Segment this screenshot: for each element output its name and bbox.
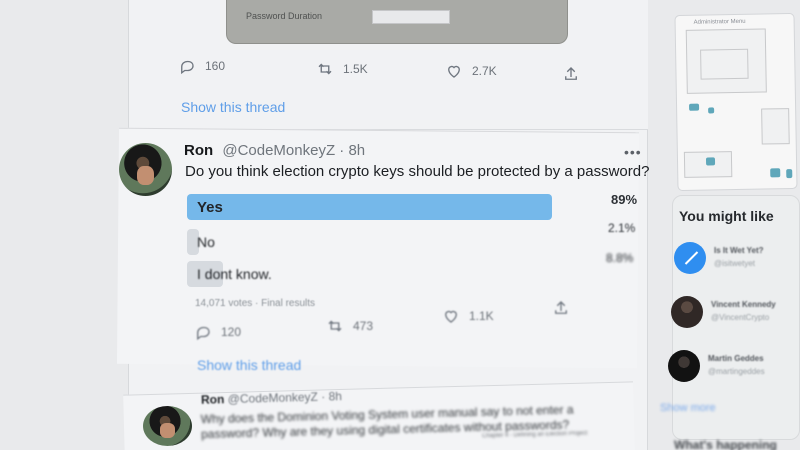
next-author-handle[interactable]: @CodeMonkeyZ [228,390,319,406]
poll-share-action[interactable] [552,299,570,317]
mini-diagram-box [761,108,790,145]
you-might-like-heading: You might like [679,208,774,224]
retweet-icon [328,320,342,332]
poll-percent-no: 2.1% [608,221,636,235]
tweet-time[interactable]: · 8h [339,142,365,159]
suggested-account-name: Martin Geddes [708,354,764,363]
next-author-avatar[interactable] [143,406,192,446]
suggested-account-avatar[interactable] [668,350,700,382]
poll-option-dont-know: I dont know. [187,261,597,287]
poll-reply-action[interactable]: 120 [194,323,241,341]
sidebar-media-tile[interactable]: Administrator Menu [674,12,798,192]
author-handle[interactable]: @CodeMonkeyZ [222,142,335,159]
reply-icon [181,60,194,75]
reply-count: 160 [205,59,226,73]
suggested-account-avatar[interactable] [671,296,703,328]
mini-diagram-icon [689,103,700,111]
poll-option-yes: Yes [187,194,597,220]
poll-meta: 14,071 votes · Final results [195,298,316,309]
media-tile-title: Administrator Menu [693,18,746,26]
suggested-account-handle: @VincentCrypto [711,313,770,322]
heart-icon [445,310,457,323]
mini-diagram-icon [786,169,793,179]
twitter-page: Password Duration 160 1.5K 2.7K Show thi… [0,0,800,450]
poll-question: Do you think election crypto keys should… [185,163,650,180]
suggested-account[interactable]: Vincent Kennedy @VincentCrypto [671,296,791,344]
retweet-action[interactable]: 1.5K [316,60,368,78]
poll-like-action[interactable]: 1.1K [442,307,494,325]
embedded-field-label: Password Duration [246,11,323,21]
poll-retweet-action[interactable]: 473 [326,317,373,335]
whats-happening-heading: What's happening [674,438,777,450]
suggested-account-name: Vincent Kennedy [711,300,776,309]
embedded-input-field [372,10,450,24]
share-icon [555,301,567,314]
like-count: 2.7K [472,64,497,78]
poll-show-thread-link[interactable]: Show this thread [197,357,301,373]
poll-like-count: 1.1K [469,309,494,323]
reply-icon [197,326,210,341]
poll-label-no: No [197,234,215,250]
poll-reply-count: 120 [221,325,242,339]
author-avatar[interactable] [119,143,172,196]
more-options-icon[interactable]: ••• [624,144,642,160]
mini-diagram-icon [708,107,715,114]
poll-percent-yes: 89% [611,192,638,207]
mini-diagram-icon [770,168,781,178]
mini-dialog [700,48,749,80]
next-tweet-time[interactable]: · 8h [321,389,342,404]
show-more-link[interactable]: Show more [660,402,716,414]
author-name[interactable]: Ron [184,142,213,159]
suggested-account-handle: @isitwetyet [714,259,756,268]
poll-retweet-count: 473 [353,319,374,333]
mini-diagram-icon [705,157,716,166]
poll-label-yes: Yes [197,198,223,216]
tweet-header: Ron @CodeMonkeyZ · 8h [184,142,365,159]
retweet-count: 1.5K [343,62,368,76]
next-author-name[interactable]: Ron [201,392,225,407]
heart-icon [448,65,460,78]
suggested-account[interactable]: Martin Geddes @martingeddes [668,350,788,398]
poll-label-dont-know: I dont know. [197,266,272,282]
like-action[interactable]: 2.7K [445,62,497,80]
share-action[interactable] [562,65,580,83]
poll-option-no: No [187,229,597,255]
poll-percent-dont-know: 8.8% [606,251,634,265]
share-icon [565,67,577,80]
suggested-account[interactable]: Is It Wet Yet? @isitwetyet [674,242,794,290]
poll-bar-yes [187,194,552,220]
suggested-account-name: Is It Wet Yet? [714,246,764,255]
previous-show-thread-link[interactable]: Show this thread [181,99,285,115]
suggested-account-handle: @martingeddes [708,367,765,376]
reply-action[interactable]: 160 [178,57,225,75]
retweet-icon [318,63,332,75]
